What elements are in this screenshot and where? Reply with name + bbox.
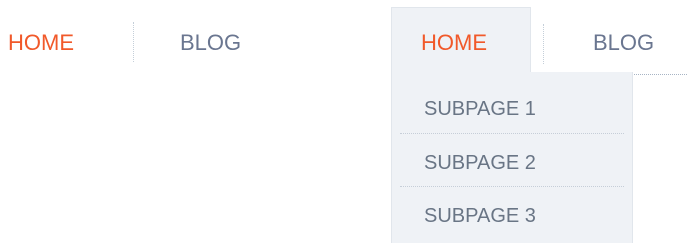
nav-divider <box>133 22 134 62</box>
nav-item-blog-2[interactable]: BLOG <box>593 30 654 56</box>
submenu-separator <box>400 186 624 187</box>
nav-divider <box>543 24 544 64</box>
submenu-item-2[interactable]: SUBPAGE 2 <box>424 151 536 175</box>
nav-item-home-hovered[interactable]: HOME <box>421 30 487 56</box>
submenu-item-3[interactable]: SUBPAGE 3 <box>424 204 536 228</box>
submenu-dropdown: SUBPAGE 1 SUBPAGE 2 SUBPAGE 3 <box>391 72 633 243</box>
nav-item-home[interactable]: HOME <box>8 30 74 56</box>
submenu-item-1[interactable]: SUBPAGE 1 <box>424 97 536 121</box>
nav-item-blog[interactable]: BLOG <box>180 30 241 56</box>
submenu-separator <box>400 133 624 134</box>
